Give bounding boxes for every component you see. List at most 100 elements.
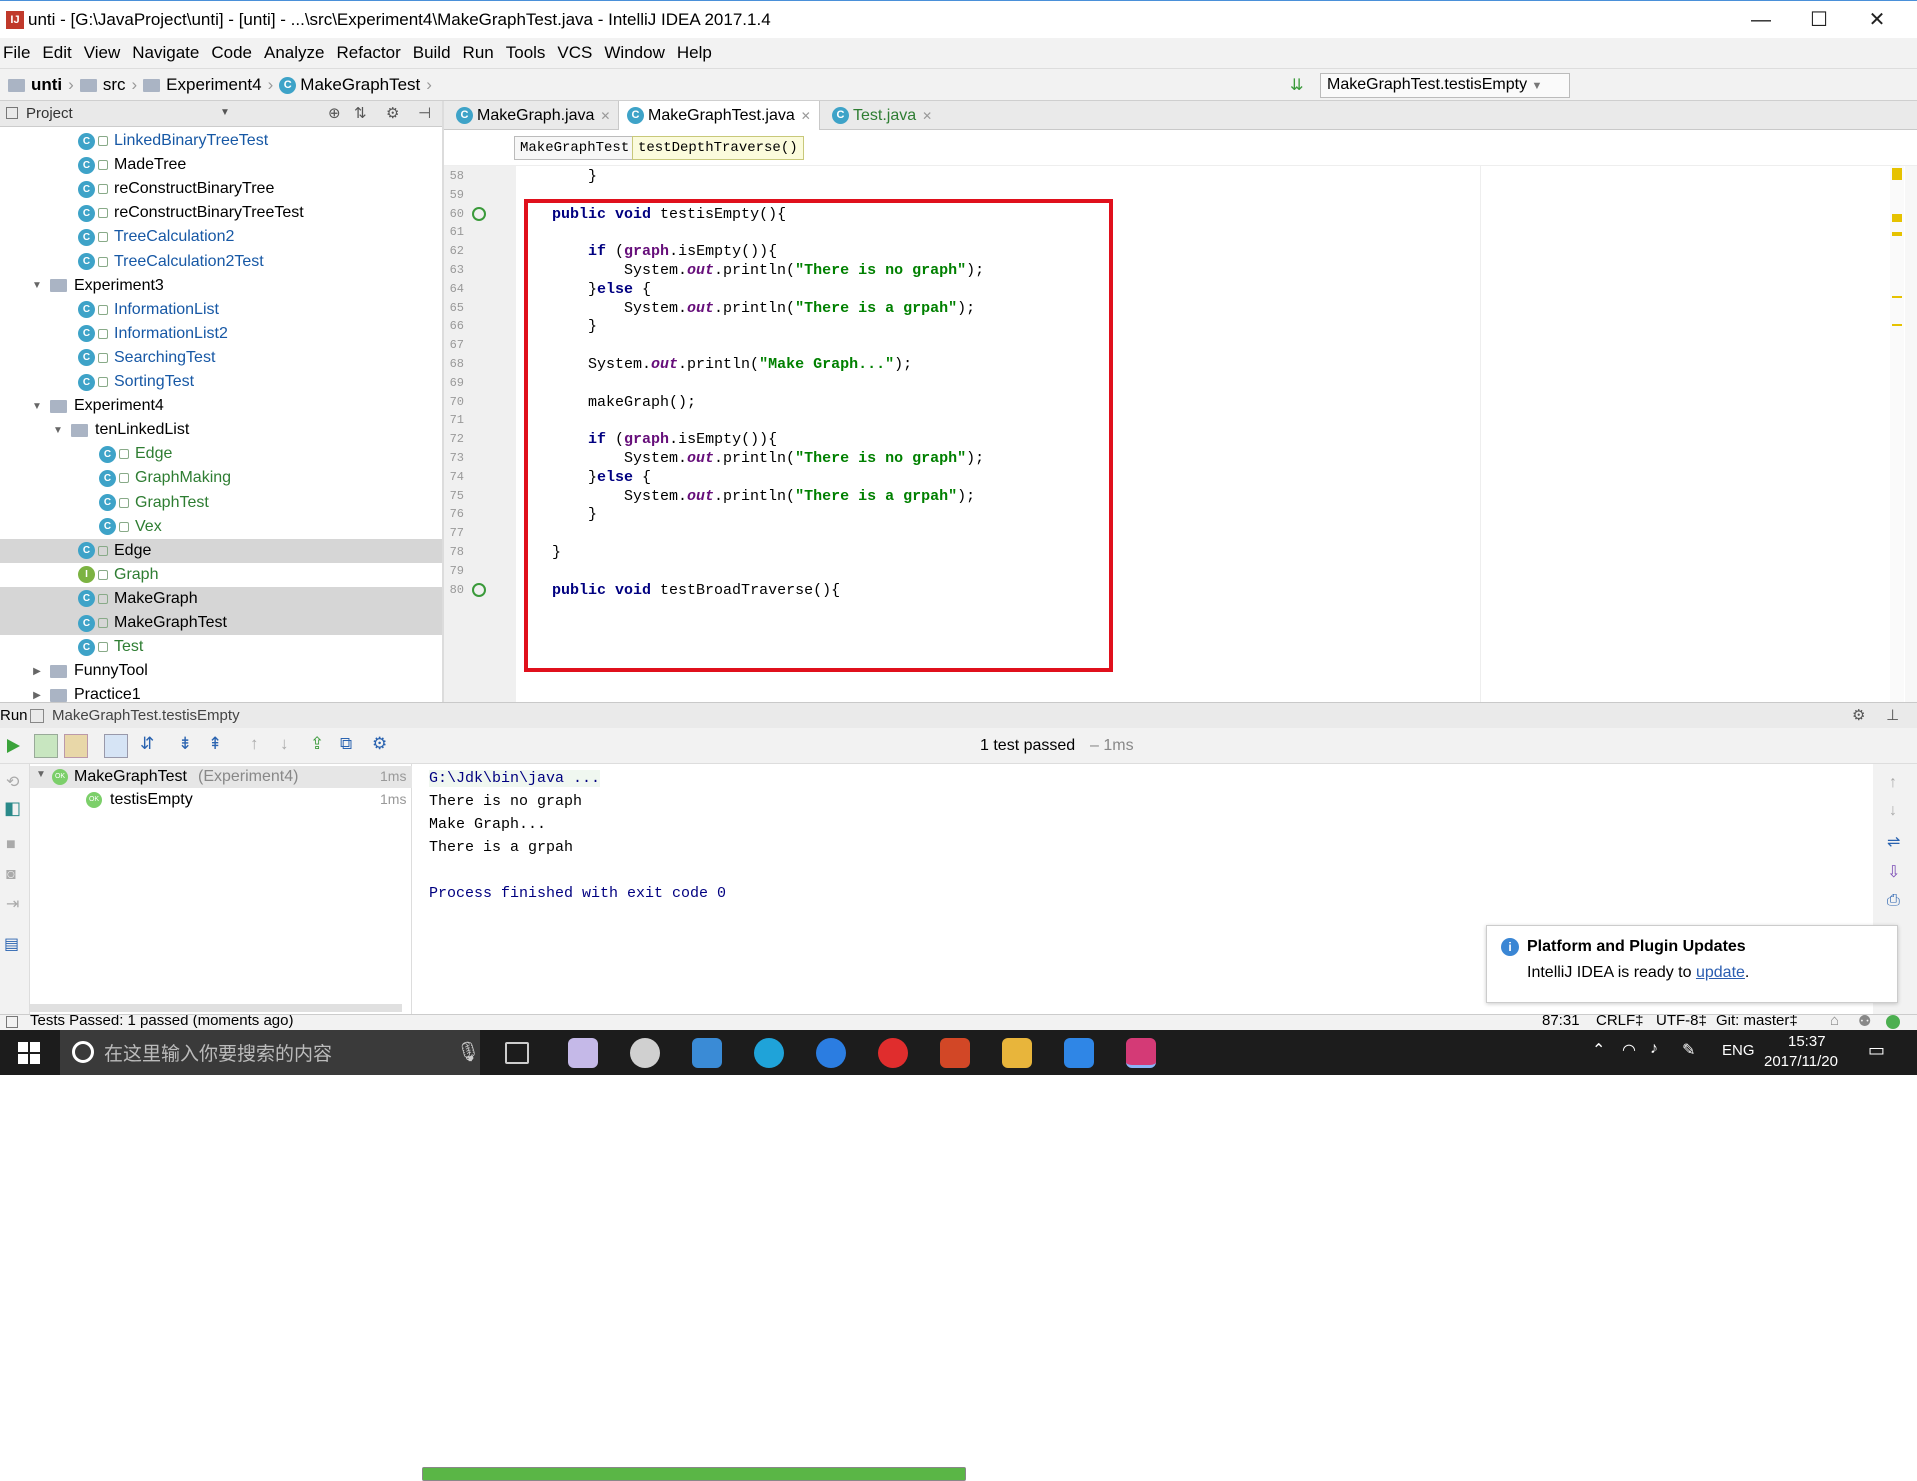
project-tree-item[interactable]: ▶ FunnyTool: [0, 659, 442, 683]
build-icon[interactable]: ⇊: [1290, 75, 1310, 95]
taskbar-search-input[interactable]: 在这里输入你要搜索的内容 🎙: [60, 1030, 480, 1075]
export-icon[interactable]: ⇪: [310, 734, 324, 754]
crumb-src[interactable]: src: [103, 75, 126, 95]
menu-view[interactable]: View: [81, 43, 130, 63]
close-icon[interactable]: ✕: [922, 109, 932, 123]
warning-marker[interactable]: [1892, 168, 1902, 180]
project-tree-item[interactable]: C Vex: [0, 515, 442, 539]
menu-window[interactable]: Window: [601, 43, 673, 63]
test-row-method[interactable]: OK testisEmpty 1ms: [30, 789, 412, 811]
project-tree-item[interactable]: C TreeCalculation2Test: [0, 250, 442, 274]
print-icon[interactable]: ⎙: [1887, 892, 1900, 910]
app-icon[interactable]: [1064, 1038, 1094, 1068]
soft-wrap-icon[interactable]: ⇌: [1887, 832, 1900, 852]
menu-refactor[interactable]: Refactor: [333, 43, 409, 63]
restore-icon[interactable]: ◧: [4, 798, 21, 819]
project-tree-item[interactable]: C GraphTest: [0, 491, 442, 515]
app-icon[interactable]: [754, 1038, 784, 1068]
app-icon[interactable]: [630, 1038, 660, 1068]
lock-icon[interactable]: ⌂: [1830, 1015, 1839, 1029]
import-icon[interactable]: ⧉: [340, 734, 352, 754]
gear-icon[interactable]: ⚙: [386, 104, 399, 122]
project-tree-item[interactable]: C Edge: [0, 442, 442, 466]
close-icon[interactable]: ✕: [600, 109, 610, 123]
music-app-icon[interactable]: [878, 1038, 908, 1068]
windows-start-icon[interactable]: [18, 1042, 40, 1064]
gear-icon[interactable]: ⚙: [1852, 706, 1865, 724]
menu-file[interactable]: File: [0, 43, 39, 63]
project-tree-item[interactable]: C Test: [0, 635, 442, 659]
expand-all-icon[interactable]: ⇟: [178, 734, 192, 754]
project-tree-item[interactable]: C SearchingTest: [0, 346, 442, 370]
project-tree-item[interactable]: C SortingTest: [0, 370, 442, 394]
collapse-all-icon[interactable]: ⇞: [208, 734, 222, 754]
close-button[interactable]: ✕: [1854, 7, 1900, 33]
scroll-down-icon[interactable]: ↓: [1889, 802, 1897, 820]
run-test-gutter-icon[interactable]: [472, 206, 486, 221]
collapse-all-icon[interactable]: ⇅: [354, 104, 367, 122]
stop-icon[interactable]: ■: [6, 836, 16, 854]
update-link[interactable]: update: [1696, 964, 1745, 981]
scroll-from-source-icon[interactable]: ⊕: [328, 104, 341, 122]
project-panel-title[interactable]: Project: [26, 105, 73, 122]
menu-navigate[interactable]: Navigate: [129, 43, 208, 63]
project-tree-item[interactable]: CreConstructBinaryTree: [0, 177, 442, 201]
project-tree-item[interactable]: ▼ tenLinkedList: [0, 418, 442, 442]
settings-icon[interactable]: ⚙: [372, 734, 387, 754]
maximize-button[interactable]: ☐: [1796, 7, 1842, 33]
breadcrumb-class[interactable]: MakeGraphTest: [514, 136, 636, 160]
menu-code[interactable]: Code: [208, 43, 261, 63]
sort-alpha-icon[interactable]: [104, 734, 128, 758]
language-indicator[interactable]: ENG: [1722, 1042, 1755, 1059]
file-encoding[interactable]: UTF-8‡: [1656, 1015, 1707, 1029]
chevron-down-icon[interactable]: ▼: [30, 401, 44, 412]
menu-vcs[interactable]: VCS: [554, 43, 601, 63]
project-tree-item[interactable]: I Graph: [0, 563, 442, 587]
project-tree-item[interactable]: C TreeCalculation2: [0, 225, 442, 249]
crumb-experiment4[interactable]: Experiment4: [166, 75, 261, 95]
inspector-icon[interactable]: ⚉: [1858, 1015, 1871, 1030]
crumb-class[interactable]: MakeGraphTest: [300, 75, 420, 95]
network-icon[interactable]: ◠: [1622, 1040, 1636, 1060]
project-tree-item[interactable]: C LinkedBinaryTreeTest: [0, 129, 442, 153]
menu-edit[interactable]: Edit: [39, 43, 80, 63]
warning-marker[interactable]: [1892, 296, 1902, 326]
editor-scrollbar[interactable]: [1890, 166, 1904, 702]
project-tree-item[interactable]: ▶ Practice1: [0, 683, 442, 702]
pen-icon[interactable]: ✎: [1682, 1040, 1695, 1060]
crumb-project[interactable]: unti: [31, 75, 62, 95]
sort-duration-icon[interactable]: ⇵: [140, 734, 154, 754]
event-log-icon[interactable]: [1886, 1015, 1900, 1029]
show-ignored-icon[interactable]: [64, 734, 88, 758]
chevron-down-icon[interactable]: ▼: [220, 107, 230, 118]
menu-build[interactable]: Build: [410, 43, 460, 63]
cursor-position[interactable]: 87:31: [1542, 1015, 1580, 1029]
app-icon[interactable]: [692, 1038, 722, 1068]
update-notification[interactable]: i Platform and Plugin Updates IntelliJ I…: [1486, 925, 1898, 1003]
project-tree-item[interactable]: C GraphMaking: [0, 466, 442, 490]
hide-panel-icon[interactable]: ⊣: [418, 104, 431, 122]
previous-test-icon[interactable]: ↑: [250, 734, 259, 754]
project-tree-item[interactable]: ▼ Experiment4: [0, 394, 442, 418]
tab-makegraphtest[interactable]: C MakeGraphTest.java ✕: [618, 101, 820, 130]
project-tree-item[interactable]: C MakeGraph: [0, 586, 442, 611]
project-tree-item[interactable]: C InformationList2: [0, 322, 442, 346]
tool-windows-icon[interactable]: [6, 1016, 18, 1028]
camera-icon[interactable]: ◙: [6, 866, 16, 884]
chevron-right-icon[interactable]: ▶: [30, 690, 44, 701]
intellij-taskbar-icon[interactable]: [1126, 1038, 1156, 1068]
project-tree-item[interactable]: C MakeGraphTest: [0, 611, 442, 635]
tab-makegraph[interactable]: C MakeGraph.java ✕: [448, 101, 618, 130]
rerun-icon[interactable]: [4, 737, 22, 755]
clock-date[interactable]: 2017/11/20: [1764, 1053, 1838, 1070]
run-test-gutter-icon[interactable]: [472, 582, 486, 597]
chevron-down-icon[interactable]: ▼: [51, 425, 65, 436]
chevron-down-icon[interactable]: ▼: [30, 280, 44, 291]
exit-icon[interactable]: ⇥: [6, 894, 19, 914]
close-icon[interactable]: ✕: [801, 109, 811, 123]
show-passed-icon[interactable]: [34, 734, 58, 758]
layout-icon[interactable]: ▤: [4, 934, 19, 954]
file-explorer-icon[interactable]: [1002, 1038, 1032, 1068]
test-row-suite[interactable]: ▼ OK MakeGraphTest (Experiment4) 1ms: [30, 766, 412, 788]
paint-app-icon[interactable]: [568, 1038, 598, 1068]
